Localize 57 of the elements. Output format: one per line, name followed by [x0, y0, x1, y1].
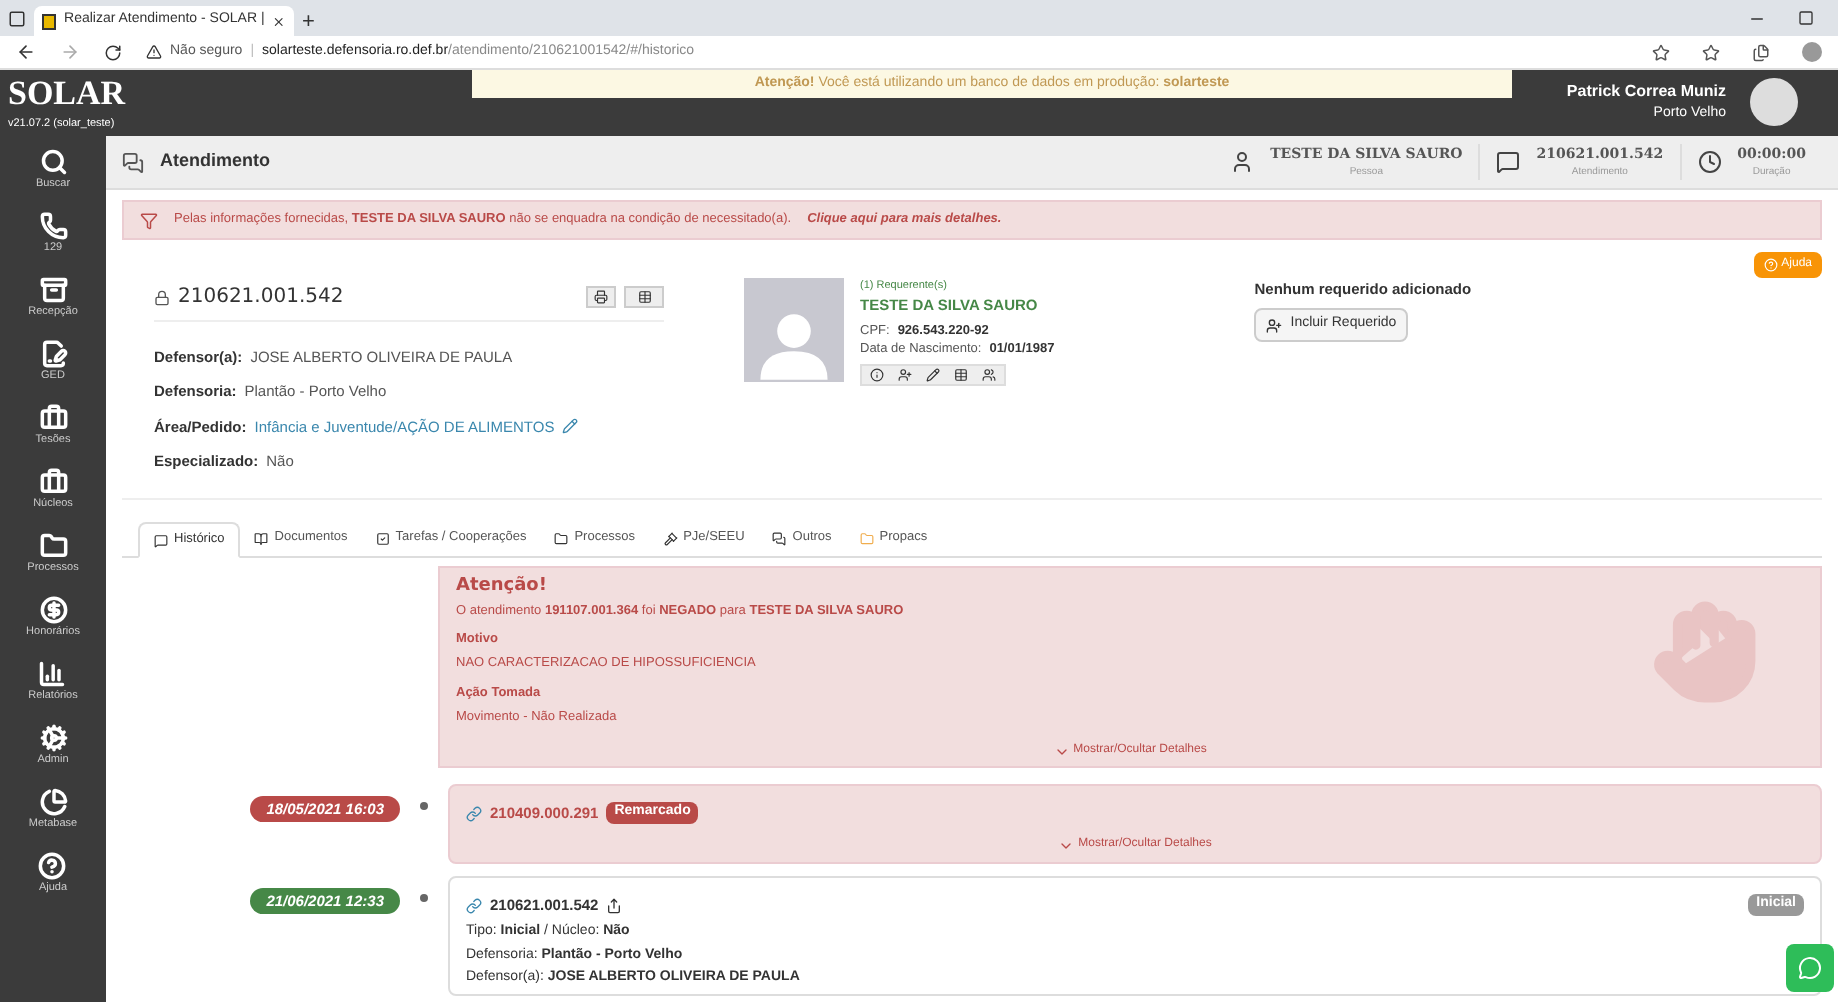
document-edit-icon: [39, 340, 67, 368]
lock-icon: [154, 289, 170, 305]
chat-icon: [1798, 956, 1822, 980]
clock-icon: [1697, 150, 1722, 174]
filter-icon: [140, 211, 158, 229]
phone-icon: [39, 212, 67, 240]
close-tab-icon[interactable]: [272, 13, 286, 29]
chat-icon: [154, 533, 168, 547]
folder-icon: [554, 531, 569, 545]
user-name: Patrick Correa Muniz: [1566, 79, 1726, 104]
folder-icon: [39, 532, 67, 560]
collections-icon[interactable]: [1752, 43, 1770, 61]
chat-icon: [772, 531, 787, 545]
print-icon: [594, 290, 608, 304]
gavel-icon: [663, 531, 678, 545]
page-title: Atendimento: [160, 148, 270, 175]
add-person-icon: [1266, 317, 1283, 333]
info-icon[interactable]: [870, 368, 884, 382]
warning-icon: [146, 44, 162, 60]
favorites-icon[interactable]: [1702, 43, 1720, 61]
table-icon: [637, 290, 651, 304]
maximize-icon[interactable]: [1798, 10, 1814, 26]
add-person-icon[interactable]: [898, 368, 912, 382]
favorite-icon[interactable]: [1652, 43, 1670, 61]
tab-favicon-icon: [42, 13, 57, 29]
money-icon: [39, 596, 67, 624]
case-number: 210621.001.542: [178, 284, 344, 312]
pie-chart-icon: [39, 788, 67, 816]
briefcase-icon: [39, 404, 67, 432]
new-tab-button[interactable]: +: [302, 12, 315, 34]
folder-icon: [859, 531, 874, 545]
chat-bubble-icon: [1496, 150, 1521, 174]
reload-icon[interactable]: [104, 43, 122, 61]
bar-chart-icon: [38, 660, 67, 688]
person-photo-placeholder: [744, 278, 844, 382]
chat-icon: [122, 151, 144, 173]
gear-icon: [39, 724, 67, 752]
help-icon: [1763, 258, 1778, 272]
search-icon: [39, 148, 67, 176]
print-button[interactable]: [586, 286, 616, 308]
book-icon: [254, 531, 269, 545]
share-icon[interactable]: [606, 897, 623, 914]
back-icon[interactable]: [16, 42, 36, 62]
link-icon: [466, 897, 482, 914]
archive-icon: [39, 276, 67, 304]
profile-icon[interactable]: [1802, 42, 1822, 62]
link-icon: [466, 805, 482, 822]
checkbox-icon: [375, 531, 390, 545]
avatar-icon[interactable]: [1750, 78, 1798, 126]
help-icon: [38, 852, 67, 880]
columns-dropdown-button[interactable]: [624, 286, 664, 308]
person-icon: [1230, 150, 1255, 174]
users-icon[interactable]: [982, 368, 996, 382]
window-menu-icon[interactable]: [8, 10, 26, 28]
briefcase-icon: [39, 468, 67, 496]
edit-icon[interactable]: [926, 368, 940, 382]
notice-title: Atenção!: [456, 574, 549, 600]
